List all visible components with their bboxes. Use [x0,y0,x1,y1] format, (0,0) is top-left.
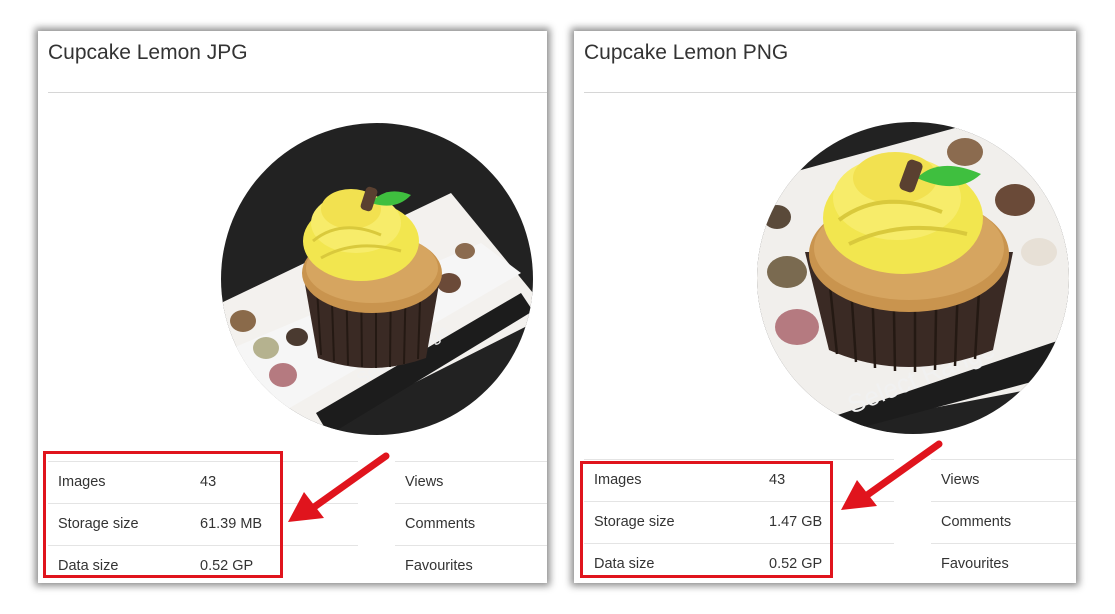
stat-row-favourites: Favourites [931,543,1076,583]
side-stats-table: Views Comments Favourites [931,459,1076,583]
stat-row-views: Views [931,459,1076,502]
card-title: Cupcake Lemon PNG [584,41,789,64]
comparison-screenshot: Cupcake Lemon JPG Select Range [0,0,1115,614]
stats-table: Images 43 Storage size 1.47 GB Data size… [584,459,894,583]
title-divider [584,92,1076,93]
stat-label: Data size [58,558,119,574]
cupcake-photo[interactable]: Select Range [757,122,1069,434]
stat-label: Favourites [941,556,1009,572]
stat-row-data-size: Data size 0.52 GP [584,543,894,583]
stat-row-images: Images 43 [584,459,894,502]
stat-label: Storage size [594,514,675,530]
stat-label: Views [941,472,980,488]
stat-row-views: Views [395,461,547,504]
stat-row-storage-size: Storage size 1.47 GB [584,501,894,544]
card-title: Cupcake Lemon JPG [48,41,248,64]
stat-value: 0.52 GP [769,556,823,572]
side-stats-table: Views Comments Favourites [395,461,547,583]
product-card-png: Cupcake Lemon PNG Select Range Images 43… [574,31,1076,583]
stat-label: Comments [941,514,1012,530]
stat-row-data-size: Data size 0.52 GP [48,545,358,583]
stat-row-images: Images 43 [48,461,358,504]
stat-value: 1.47 GB [769,514,823,530]
stat-value: 61.39 MB [200,516,263,532]
stat-label: Views [405,474,444,490]
stat-row-comments: Comments [931,501,1076,544]
stat-label: Favourites [405,558,473,574]
stat-row-storage-size: Storage size 61.39 MB [48,503,358,546]
stat-label: Comments [405,516,476,532]
stat-label: Images [594,472,642,488]
stat-row-favourites: Favourites [395,545,547,583]
cupcake-photo[interactable]: Select Range [221,123,533,435]
title-divider [48,92,547,93]
stats-table: Images 43 Storage size 61.39 MB Data siz… [48,461,358,583]
stat-label: Storage size [58,516,139,532]
product-card-jpg: Cupcake Lemon JPG Select Range [38,31,547,583]
stat-value: 0.52 GP [200,558,254,574]
stat-row-comments: Comments [395,503,547,546]
stat-value: 43 [769,472,786,488]
stat-label: Images [58,474,106,490]
stat-value: 43 [200,474,217,490]
stat-label: Data size [594,556,655,572]
